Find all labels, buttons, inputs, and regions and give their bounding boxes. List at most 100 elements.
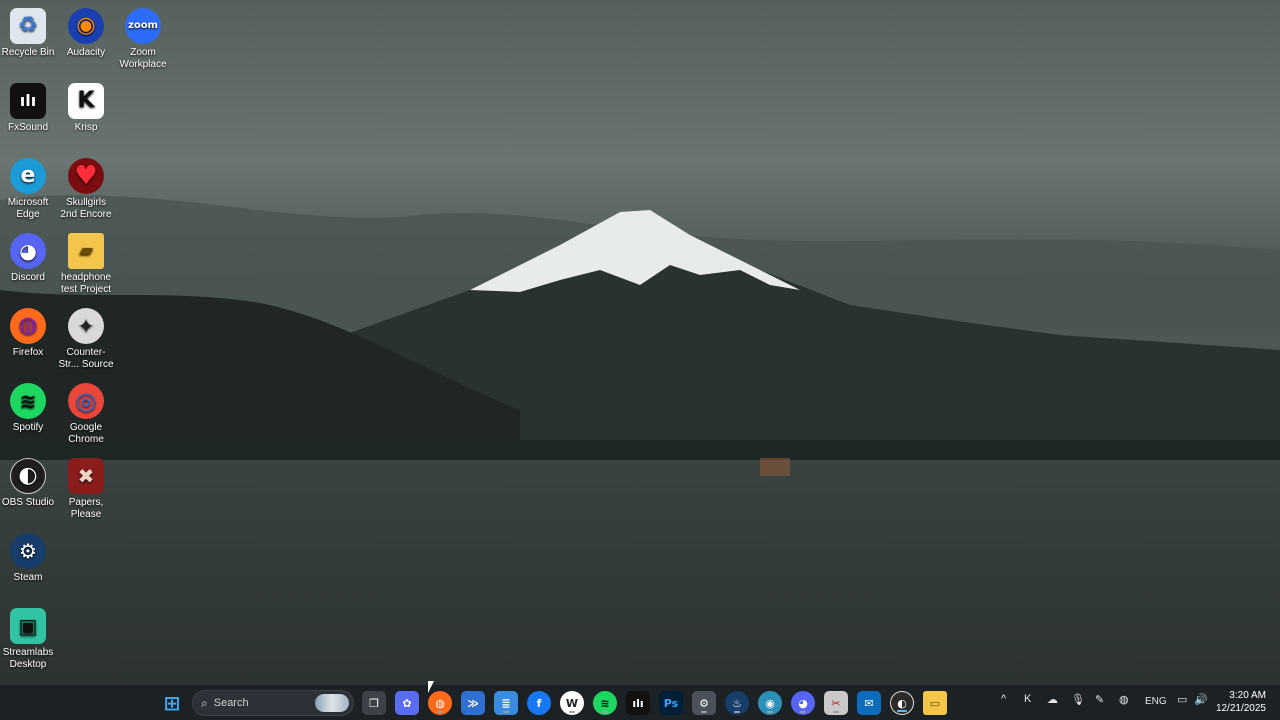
taskbar-copilot[interactable]: ✿ <box>395 691 419 715</box>
edge-icon: e <box>10 158 46 194</box>
taskbar-settings[interactable]: ⚙ <box>692 691 716 715</box>
desktop-icon-label: Skullgirls 2nd Encore <box>60 197 112 220</box>
taskbar-vscode[interactable]: ≫ <box>461 691 485 715</box>
windows-logo-icon: ⊞ <box>163 691 181 715</box>
papers-please-icon: ✖ <box>68 458 104 494</box>
taskbar-globe-app[interactable]: ◉ <box>758 691 782 715</box>
counter-strike-icon: ✦ <box>68 308 104 344</box>
desktop-icon-audacity[interactable]: ◉ Audacity <box>57 5 115 59</box>
taskbar-search-box[interactable]: ⌕ Search <box>192 690 354 716</box>
taskbar-facebook[interactable]: f <box>527 691 551 715</box>
taskbar-task-view[interactable]: ❐ <box>362 691 386 715</box>
desktop-icon-label: Papers, Please <box>68 497 104 520</box>
desktop-icons: ♻ Recycle Bin ◉ Audacity zoom Zoom Workp… <box>0 0 1280 684</box>
steam-icon: ⚙ <box>10 533 46 569</box>
desktop-icon-fxsound[interactable]: ılı FxSound <box>0 80 57 134</box>
desktop-icon-papers-please[interactable]: ✖ Papers, Please <box>57 455 115 521</box>
clock-date: 12/21/2025 <box>1215 703 1266 714</box>
desktop-icon-edge[interactable]: e Microsoft Edge <box>0 155 57 221</box>
globe-icon: ◉ <box>765 696 775 710</box>
desktop-icon-label: Recycle Bin <box>1 47 55 58</box>
onedrive-tray-icon[interactable]: ☁ <box>1047 693 1058 706</box>
taskbar-wordpad[interactable]: W <box>560 691 584 715</box>
zoom-icon: zoom <box>125 8 161 44</box>
taskbar-outlook[interactable]: ✉ <box>857 691 881 715</box>
desktop-icon-label: Krisp <box>74 122 98 133</box>
desktop-icon-label: headphone test Project <box>60 272 112 295</box>
desktop-icon-recycle-bin[interactable]: ♻ Recycle Bin <box>0 5 57 59</box>
language-indicator[interactable]: ENG <box>1145 696 1167 707</box>
audacity-icon: ◉ <box>68 8 104 44</box>
taskbar-notepad[interactable]: ≣ <box>494 691 518 715</box>
folder-icon: ▭ <box>929 696 941 710</box>
fxsound-icon: ılı <box>10 83 46 119</box>
desktop-icon-label: Steam <box>13 572 43 583</box>
steam-icon: ♨ <box>732 696 742 710</box>
spotify-icon: ≋ <box>600 696 610 710</box>
taskbar-file-explorer[interactable]: ▭ <box>923 691 947 715</box>
krisp-tray-icon[interactable]: K <box>1024 693 1031 705</box>
desktop-icon-label: Counter-Str... Source <box>58 347 114 370</box>
desktop-icon-zoom[interactable]: zoom Zoom Workplace <box>114 5 172 71</box>
search-label: Search <box>213 697 249 709</box>
scissors-icon: ✂ <box>831 696 841 710</box>
network-tray-icon[interactable]: ◍ <box>1119 693 1129 706</box>
desktop-icon-firefox[interactable]: ◍ Firefox <box>0 305 57 359</box>
desktop-icon-discord[interactable]: ◕ Discord <box>0 230 57 284</box>
desktop-icon-chrome[interactable]: ◎ Google Chrome <box>57 380 115 446</box>
taskbar-obs[interactable]: ◐ <box>890 691 914 715</box>
taskbar-spotify[interactable]: ≋ <box>593 691 617 715</box>
spotify-icon: ≋ <box>10 383 46 419</box>
taskbar-snipping-tool[interactable]: ✂ <box>824 691 848 715</box>
desktop-icon-label: Zoom Workplace <box>119 47 167 70</box>
discord-icon: ◕ <box>10 233 46 269</box>
notepad-icon: ≣ <box>501 696 511 710</box>
desktop-icon-counter-strike[interactable]: ✦ Counter-Str... Source <box>57 305 115 371</box>
search-highlight-image <box>315 694 349 712</box>
obs-icon: ◐ <box>897 696 907 710</box>
folder-icon: ▰ <box>68 233 104 269</box>
taskbar-discord[interactable]: ◕ <box>791 691 815 715</box>
desktop-icon-label: Google Chrome <box>68 422 104 445</box>
fxsound-icon: ılı <box>632 696 644 710</box>
display-tray-icon[interactable]: ▭ <box>1177 693 1187 706</box>
wordpad-icon: W <box>565 696 579 710</box>
desktop-icon-krisp[interactable]: K Krisp <box>57 80 115 134</box>
discord-icon: ◕ <box>798 696 808 710</box>
desktop-icon-label: Audacity <box>66 47 106 58</box>
desktop-icon-label: Streamlabs Desktop <box>2 647 54 670</box>
taskbar-photoshop[interactable]: Ps <box>659 691 683 715</box>
taskbar: ⊞ ⌕ Search ❐ ✿ ◍ ≫ ≣ f W ≋ ılı Ps ⚙ ♨ ◉ … <box>0 684 1280 720</box>
taskbar-steam[interactable]: ♨ <box>725 691 749 715</box>
taskbar-fxsound[interactable]: ılı <box>626 691 650 715</box>
start-button[interactable]: ⊞ <box>160 691 184 715</box>
skullgirls-icon: ♥ <box>68 158 104 194</box>
krisp-icon: K <box>68 83 104 119</box>
taskbar-clock[interactable]: 3:20 AM 12/21/2025 <box>1216 689 1266 715</box>
streamlabs-icon: ▣ <box>10 608 46 644</box>
desktop-icon-label: Firefox <box>12 347 44 358</box>
obs-icon: ◐ <box>10 458 46 494</box>
desktop-icon-label: Discord <box>11 272 45 283</box>
desktop-icon-obs[interactable]: ◐ OBS Studio <box>0 455 57 509</box>
desktop-icon-label: Spotify <box>12 422 44 433</box>
recycle-bin-icon: ♻ <box>10 8 46 44</box>
firefox-icon: ◍ <box>435 696 445 710</box>
clock-time: 3:20 AM <box>1229 690 1266 701</box>
pen-tray-icon[interactable]: ✎ <box>1095 693 1104 706</box>
microphone-tray-icon[interactable]: 🎙 <box>1071 693 1085 706</box>
mouse-cursor-icon <box>428 681 434 693</box>
desktop-icon-label: OBS Studio <box>1 497 55 508</box>
desktop-icon-streamlabs[interactable]: ▣ Streamlabs Desktop <box>0 605 57 671</box>
chrome-icon: ◎ <box>68 383 104 419</box>
desktop-icon-label: Microsoft Edge <box>7 197 49 220</box>
desktop-icon-spotify[interactable]: ≋ Spotify <box>0 380 57 434</box>
desktop-icon-skullgirls[interactable]: ♥ Skullgirls 2nd Encore <box>57 155 115 221</box>
desktop-icon-steam[interactable]: ⚙ Steam <box>0 530 57 584</box>
task-view-icon: ❐ <box>369 696 379 710</box>
vscode-icon: ≫ <box>467 696 479 710</box>
tray-overflow-chevron-icon[interactable]: ^ <box>1001 693 1006 705</box>
desktop-icon-headphone-test[interactable]: ▰ headphone test Project <box>57 230 115 296</box>
volume-icon[interactable]: 🔊 <box>1194 693 1208 706</box>
taskbar-firefox[interactable]: ◍ <box>428 691 452 715</box>
